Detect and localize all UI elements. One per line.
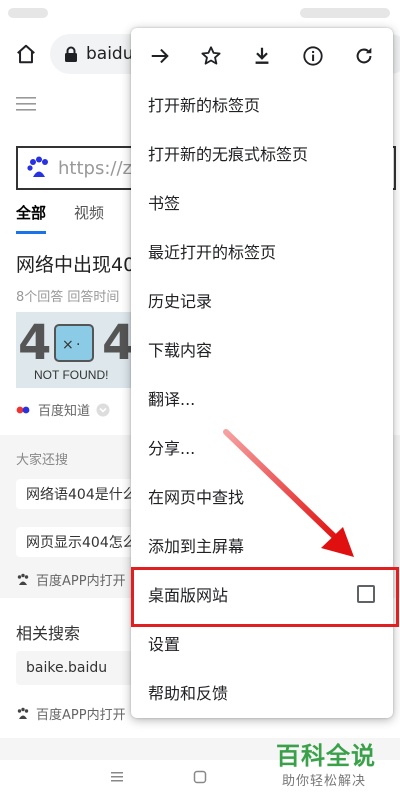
menu-item-help-feedback[interactable]: 帮助和反馈 bbox=[131, 668, 393, 716]
open-in-app-label: 百度APP内打开 bbox=[36, 708, 126, 723]
hamburger-menu[interactable] bbox=[16, 96, 36, 116]
page-info-button[interactable] bbox=[293, 36, 333, 76]
home-button[interactable] bbox=[2, 30, 50, 78]
bookmark-star-icon bbox=[201, 46, 221, 65]
related-search-title: 相关搜索 bbox=[16, 624, 81, 643]
menu-item-label: 打开新的标签页 bbox=[148, 96, 261, 115]
result-source[interactable]: 百度知道 bbox=[16, 400, 110, 419]
open-in-app-label: 百度APP内打开 bbox=[36, 574, 126, 589]
menu-nav-icon[interactable] bbox=[110, 770, 124, 784]
menu-item-bookmarks[interactable]: 书签 bbox=[131, 178, 393, 226]
forward-icon bbox=[152, 48, 170, 64]
menu-item-history[interactable]: 历史记录 bbox=[131, 276, 393, 324]
suggestion-chip[interactable]: 网页显示404怎么 bbox=[16, 527, 146, 557]
thumb-digit-left: 4 bbox=[18, 315, 52, 371]
menu-item-settings[interactable]: 设置 bbox=[131, 619, 393, 667]
menu-item-add-to-home[interactable]: 添加到主屏幕 bbox=[131, 521, 393, 569]
menu-item-share[interactable]: 分享... bbox=[131, 423, 393, 471]
result-tabs: 全部 视频 bbox=[16, 202, 104, 234]
open-in-app-link[interactable]: 百度APP内打开 bbox=[16, 570, 126, 589]
svg-text:×: × bbox=[62, 337, 74, 353]
tab-video[interactable]: 视频 bbox=[74, 202, 104, 234]
forward-button[interactable] bbox=[140, 36, 180, 76]
menu-item-label: 设置 bbox=[148, 635, 181, 654]
menu-item-label: 书签 bbox=[148, 194, 181, 213]
baidu-paw-icon bbox=[17, 707, 29, 719]
desktop-site-checkbox[interactable] bbox=[357, 585, 375, 603]
svg-text:·: · bbox=[76, 337, 80, 353]
menu-item-downloads[interactable]: 下载内容 bbox=[131, 325, 393, 373]
baidu-zhidao-logo-icon bbox=[16, 406, 30, 413]
status-blur bbox=[8, 8, 48, 18]
related-chip[interactable]: baike.baidu bbox=[16, 651, 146, 685]
lock-icon bbox=[65, 46, 77, 62]
menu-item-label: 历史记录 bbox=[148, 292, 213, 311]
info-icon bbox=[303, 46, 323, 66]
source-label: 百度知道 bbox=[38, 404, 91, 419]
result-title[interactable]: 网络中出现40 bbox=[16, 250, 135, 277]
reload-button[interactable] bbox=[344, 36, 384, 76]
status-blur bbox=[300, 8, 390, 18]
baidu-paw-icon bbox=[17, 573, 29, 585]
menu-item-translate[interactable]: 翻译... bbox=[131, 374, 393, 422]
watermark-title: 百科全说 bbox=[276, 742, 376, 770]
menu-item-label: 最近打开的标签页 bbox=[148, 243, 277, 262]
menu-item-label: 帮助和反馈 bbox=[148, 684, 229, 703]
also-search-title: 大家还搜 bbox=[16, 453, 69, 468]
download-button[interactable] bbox=[242, 36, 282, 76]
overflow-menu: 打开新的标签页 打开新的无痕式标签页 书签 最近打开的标签页 历史记录 下载内容… bbox=[131, 28, 393, 718]
menu-item-label: 添加到主屏幕 bbox=[148, 537, 245, 556]
menu-item-label: 在网页中查找 bbox=[148, 488, 245, 507]
broken-page-icon: × · bbox=[54, 324, 94, 362]
watermark-subtitle: 助你轻松解决 bbox=[282, 774, 367, 789]
menu-item-label: 翻译... bbox=[148, 390, 196, 409]
menu-icon-row bbox=[131, 32, 393, 80]
menu-item-label: 分享... bbox=[148, 439, 196, 458]
status-bar bbox=[0, 0, 400, 28]
menu-item-desktop-site[interactable]: 桌面版网站 bbox=[131, 570, 393, 618]
bookmark-button[interactable] bbox=[191, 36, 231, 76]
suggestion-chip[interactable]: 网络语404是什么 bbox=[16, 479, 146, 509]
home-nav-icon[interactable] bbox=[193, 770, 207, 784]
result-thumbnail[interactable]: 4 × · 4 NOT FOUND! bbox=[16, 312, 140, 388]
open-in-app-link[interactable]: 百度APP内打开 bbox=[16, 704, 126, 723]
chevron-down-icon bbox=[96, 403, 110, 416]
home-icon bbox=[17, 44, 35, 64]
result-meta: 8个回答 回答时间 bbox=[16, 290, 120, 305]
tab-all[interactable]: 全部 bbox=[16, 202, 47, 234]
menu-item-new-incognito-tab[interactable]: 打开新的无痕式标签页 bbox=[131, 129, 393, 177]
hamburger-icon bbox=[16, 97, 36, 111]
thumb-caption: NOT FOUND! bbox=[34, 368, 109, 382]
url-text: baidu bbox=[86, 44, 134, 64]
baidu-paw-icon bbox=[27, 156, 48, 177]
menu-item-label: 打开新的无痕式标签页 bbox=[148, 145, 309, 164]
download-icon bbox=[255, 47, 269, 64]
menu-item-new-tab[interactable]: 打开新的标签页 bbox=[131, 80, 393, 128]
menu-item-recent-tabs[interactable]: 最近打开的标签页 bbox=[131, 227, 393, 275]
menu-item-find-in-page[interactable]: 在网页中查找 bbox=[131, 472, 393, 520]
menu-item-label: 桌面版网站 bbox=[148, 586, 229, 605]
reload-icon bbox=[356, 47, 372, 64]
menu-item-label: 下载内容 bbox=[148, 341, 213, 360]
